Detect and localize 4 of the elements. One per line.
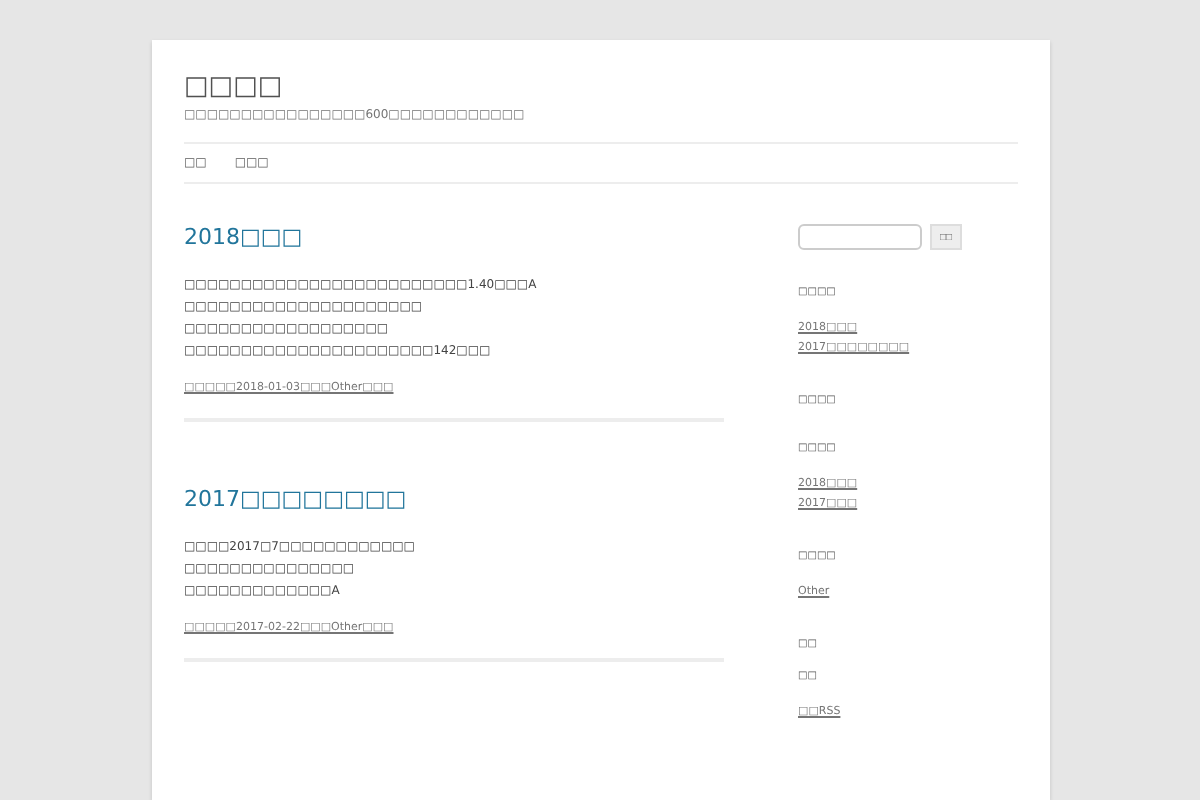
search-field[interactable] [798, 224, 922, 250]
site-title[interactable]: □□□□ [184, 72, 1018, 102]
post-title[interactable]: 2018□□□ [184, 224, 724, 250]
post-title[interactable]: 2017□□□□□□□□ [184, 486, 724, 512]
